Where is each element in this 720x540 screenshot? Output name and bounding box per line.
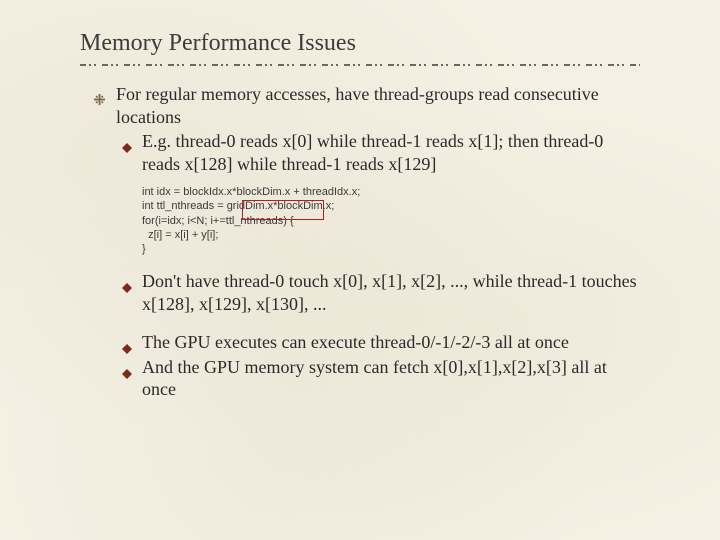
bullet-text: And the GPU memory system can fetch x[0]… <box>142 357 607 400</box>
cross-bullet-icon <box>94 88 105 99</box>
title-divider <box>80 61 640 69</box>
code-line: int idx = blockIdx.x*blockDim.x + thread… <box>142 186 360 198</box>
code-line: for(i=idx; i<N; i+=ttl_nthreads) { <box>142 215 294 227</box>
bullet-text: Don't have thread-0 touch x[0], x[1], x[… <box>142 271 637 314</box>
bullet-level2: And the GPU memory system can fetch x[0]… <box>80 356 640 401</box>
diamond-bullet-icon <box>122 136 132 146</box>
diamond-bullet-icon <box>122 337 132 347</box>
code-line: z[i] = x[i] + y[i]; <box>142 229 218 241</box>
bullet-level2: E.g. thread-0 reads x[0] while thread-1 … <box>80 130 640 175</box>
bullet-text: For regular memory accesses, have thread… <box>116 84 599 127</box>
diamond-bullet-icon <box>122 362 132 372</box>
bullet-text: E.g. thread-0 reads x[0] while thread-1 … <box>142 131 603 174</box>
code-line: } <box>142 243 146 255</box>
slide-title: Memory Performance Issues <box>80 30 640 57</box>
code-block: int idx = blockIdx.x*blockDim.x + thread… <box>142 185 640 256</box>
code-line: int ttl_nthreads = gridDim.x*blockDim.x; <box>142 200 334 212</box>
slide: Memory Performance Issues For regular me… <box>0 0 720 540</box>
bullet-text: The GPU executes can execute thread-0/-1… <box>142 332 569 352</box>
slide-content: For regular memory accesses, have thread… <box>80 83 640 401</box>
bullet-level1: For regular memory accesses, have thread… <box>80 83 640 128</box>
bullet-level2: Don't have thread-0 touch x[0], x[1], x[… <box>80 270 640 315</box>
spacer <box>80 317 640 331</box>
diamond-bullet-icon <box>122 276 132 286</box>
bullet-level2: The GPU executes can execute thread-0/-1… <box>80 331 640 354</box>
